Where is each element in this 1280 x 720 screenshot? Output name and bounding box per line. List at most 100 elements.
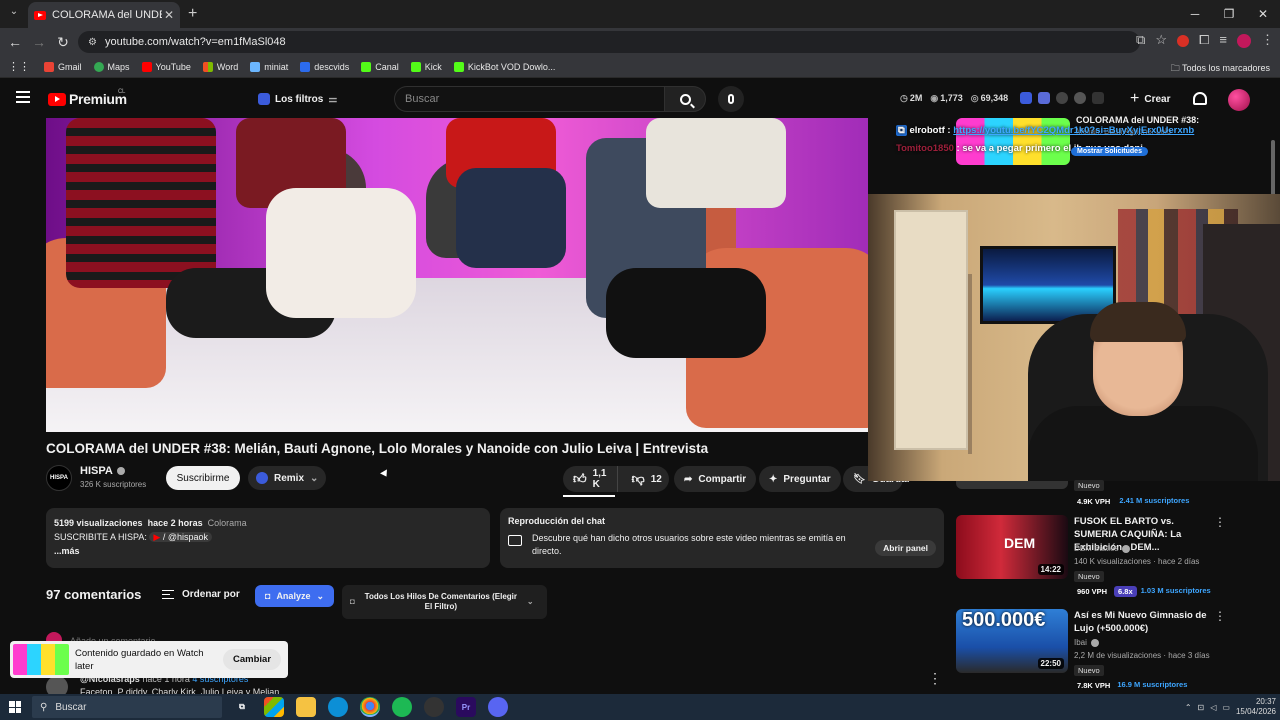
bookmark-kickbot[interactable]: KickBot VOD Dowlo... (453, 61, 556, 72)
maps-icon (93, 61, 104, 72)
bookmark-kick[interactable]: Kick (410, 61, 442, 72)
recommendation-thumbnail[interactable] (956, 481, 1068, 489)
analyze-button[interactable]: ◘ Analyze ⌄ (255, 585, 334, 607)
chrome-icon[interactable] (360, 697, 380, 717)
chrome-menu-icon[interactable]: ⋮ (1261, 32, 1274, 48)
account-avatar[interactable] (1228, 89, 1250, 111)
notifications-bell-icon[interactable] (1193, 92, 1207, 105)
handle-text: / @hispaok (162, 532, 208, 542)
bookmark-youtube[interactable]: YouTube (141, 61, 191, 72)
bookmark-canal[interactable]: Canal (361, 61, 399, 72)
video-player[interactable] (46, 118, 868, 432)
recommendation-title[interactable]: COLORAMA del UNDER #38: (1076, 115, 1226, 125)
filters-button[interactable]: Los filtros ⚌ (258, 89, 337, 109)
iq-icon[interactable] (1020, 92, 1032, 104)
chat-pill[interactable]: Mostrar Solicitudes (1071, 147, 1148, 156)
taskbar-search[interactable]: ⚲ Buscar (32, 696, 222, 718)
start-button[interactable] (0, 701, 30, 713)
spotify-icon[interactable] (392, 697, 412, 717)
recommendation-channel[interactable]: DEM Battles (1074, 544, 1131, 553)
recommendation-thumbnail[interactable]: DEM 14:22 (956, 515, 1068, 579)
browser-tab-active[interactable]: COLORAMA del UNDER #38: M ✕ (28, 2, 180, 28)
voice-search-button[interactable] (718, 86, 744, 112)
open-panel-button[interactable]: Abrir panel (875, 540, 936, 556)
close-window-icon[interactable]: ✕ (1246, 0, 1280, 28)
record-extension-icon[interactable] (1177, 35, 1189, 47)
list-icon[interactable] (1038, 92, 1050, 104)
search-button[interactable] (664, 86, 706, 112)
recommendation-more-icon[interactable]: ⋮ (1214, 515, 1226, 529)
forward-arrow-icon[interactable]: → (27, 34, 51, 50)
reading-list-icon[interactable]: ≡ (1219, 32, 1227, 48)
search-input[interactable]: Buscar (394, 86, 664, 112)
apps-grid-icon[interactable]: ⋮⋮ (8, 60, 30, 73)
filters-label: Los filtros (275, 93, 324, 105)
share-button[interactable]: ➦ Compartir (674, 466, 757, 492)
discord-icon[interactable] (488, 697, 508, 717)
settings-icon[interactable] (1074, 92, 1086, 104)
premiere-icon[interactable]: Pr (456, 697, 476, 717)
bookmark-miniat[interactable]: miniat (250, 61, 288, 72)
sort-button[interactable]: Ordenar por (162, 589, 240, 600)
recommendation-channel[interactable]: Ibai (1074, 638, 1099, 647)
description-tag[interactable]: Colorama (208, 518, 247, 528)
all-bookmarks-label: Todos los marcadores (1181, 63, 1270, 73)
install-app-icon[interactable]: ⧉ (1136, 32, 1145, 48)
bookmark-gmail[interactable]: Gmail (44, 61, 82, 72)
chat-link[interactable]: https://youtu.be/fYC2QMdr1k0?si=BuyXyjEr… (953, 125, 1194, 136)
all-bookmarks[interactable]: 🗀 Todos los marcadores (1171, 61, 1270, 77)
youtube-premium-logo[interactable]: Premium CL (48, 89, 127, 107)
page-scrollbar[interactable] (1271, 140, 1275, 196)
bookmark-star-icon[interactable]: ☆ (1155, 32, 1167, 48)
tab-search-chevron-icon[interactable]: ⌄ (6, 6, 22, 22)
bookmark-maps[interactable]: Maps (93, 61, 130, 72)
tag-icon[interactable] (1056, 92, 1068, 104)
like-button[interactable]: 👍︎ 1,1 K (563, 466, 618, 492)
profile-avatar-icon[interactable] (1237, 34, 1251, 48)
tab-close-icon[interactable]: ✕ (164, 8, 174, 22)
recommendation-title[interactable]: Así es Mi Nuevo Gimnasio de Lujo (+500.0… (1074, 609, 1214, 635)
subscribe-button[interactable]: Suscribirme (166, 466, 240, 490)
recommendation-thumbnail[interactable]: 500.000€ 22:50 (956, 609, 1068, 673)
file-explorer-icon[interactable] (296, 697, 316, 717)
bookmark-word[interactable]: Word (202, 61, 238, 72)
channel-subscribers: 326 K suscriptores (80, 480, 147, 489)
address-bar[interactable]: ⚙ youtube.com/watch?v=em1fMaSl048 (78, 31, 1140, 53)
recommendation-stats: 7.8K VPH 16.9 M suscriptores (1074, 680, 1187, 691)
sparkle-icon[interactable] (1092, 92, 1104, 104)
extensions-puzzle-icon[interactable]: ⧠ (1199, 32, 1209, 48)
reload-icon[interactable]: ↻ (51, 34, 75, 51)
edge-icon[interactable] (328, 697, 348, 717)
comment-more-icon[interactable]: ⋮ (928, 670, 942, 687)
channel-name[interactable]: HISPA (80, 465, 125, 477)
remix-label: Remix (274, 472, 305, 484)
back-arrow-icon[interactable]: ← (3, 34, 27, 50)
site-info-icon[interactable]: ⚙ (88, 37, 97, 48)
restore-icon[interactable]: ❐ (1212, 0, 1246, 28)
store-icon[interactable] (264, 697, 284, 717)
channel-avatar[interactable]: HISPA (46, 465, 72, 491)
show-more-link[interactable]: ...más (54, 544, 482, 558)
thread-filter-select[interactable]: ◘ Todos Los Hilos De Comentarios (Elegir… (342, 585, 547, 619)
bookmark-descvids[interactable]: descvids (300, 61, 349, 72)
network-icon[interactable]: ⊡ (1198, 703, 1205, 712)
obs-icon[interactable] (424, 697, 444, 717)
new-tab-plus-icon[interactable]: + (188, 5, 197, 23)
handle-chip[interactable]: ▶︎ / @hispaok (149, 532, 212, 542)
volume-icon[interactable]: ◁ (1210, 703, 1216, 712)
task-view-icon[interactable]: ⧉ (232, 697, 252, 717)
verified-check-icon (1090, 638, 1099, 647)
recommendation-more-icon[interactable]: ⋮ (1214, 609, 1226, 623)
bookmark-label: KickBot VOD Dowlo... (467, 61, 556, 72)
clock[interactable]: 20:37 15/04/2026 (1236, 697, 1276, 717)
description-box[interactable]: 5199 visualizaciones hace 2 horas Colora… (46, 508, 490, 568)
battery-icon[interactable]: ▭ (1222, 703, 1230, 712)
remix-button[interactable]: Remix ⌄ (248, 466, 327, 490)
tray-chevron-icon[interactable]: ⌃ (1185, 703, 1192, 712)
minimize-icon[interactable]: ─ (1178, 0, 1212, 28)
ask-button[interactable]: ✦ Preguntar (759, 466, 841, 492)
menu-hamburger-icon[interactable] (16, 91, 30, 103)
dislike-button[interactable]: 👎︎ 12 (624, 471, 670, 487)
create-button[interactable]: + Crear (1120, 87, 1180, 111)
change-button[interactable]: Cambiar (223, 649, 282, 670)
